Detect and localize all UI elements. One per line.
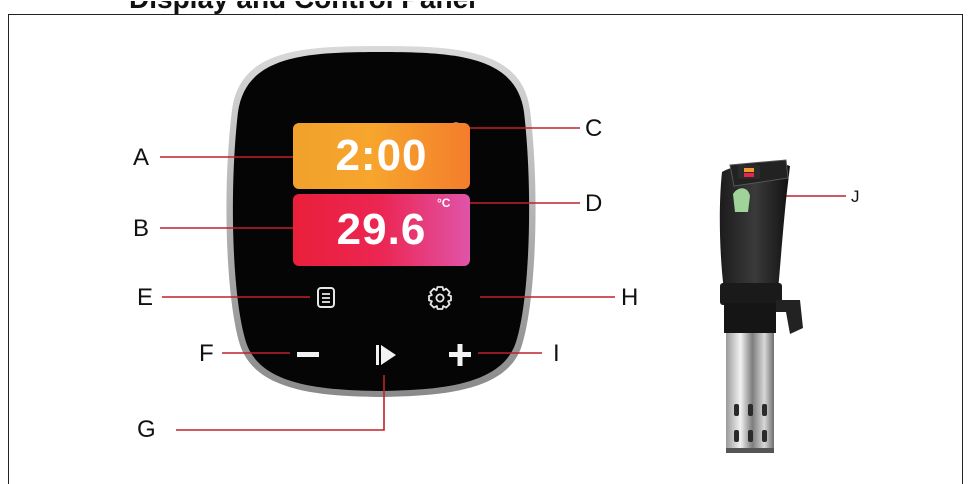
callout-h: H bbox=[621, 284, 639, 311]
sous-vide-device bbox=[719, 159, 803, 453]
callout-c: C bbox=[585, 115, 603, 142]
time-display: 2:00 bbox=[293, 123, 470, 189]
callout-i: I bbox=[553, 340, 560, 367]
temperature-value: 29.6 bbox=[336, 205, 427, 254]
callout-b: B bbox=[133, 215, 150, 242]
minus-icon bbox=[297, 352, 319, 357]
callout-j: J bbox=[851, 187, 860, 206]
callout-g: G bbox=[137, 416, 156, 443]
callout-d: D bbox=[585, 190, 603, 217]
callout-e: E bbox=[137, 284, 154, 311]
callout-f: F bbox=[199, 340, 214, 367]
temperature-unit: °C bbox=[437, 196, 451, 210]
time-value: 2:00 bbox=[335, 131, 428, 180]
callout-a: A bbox=[133, 144, 150, 171]
